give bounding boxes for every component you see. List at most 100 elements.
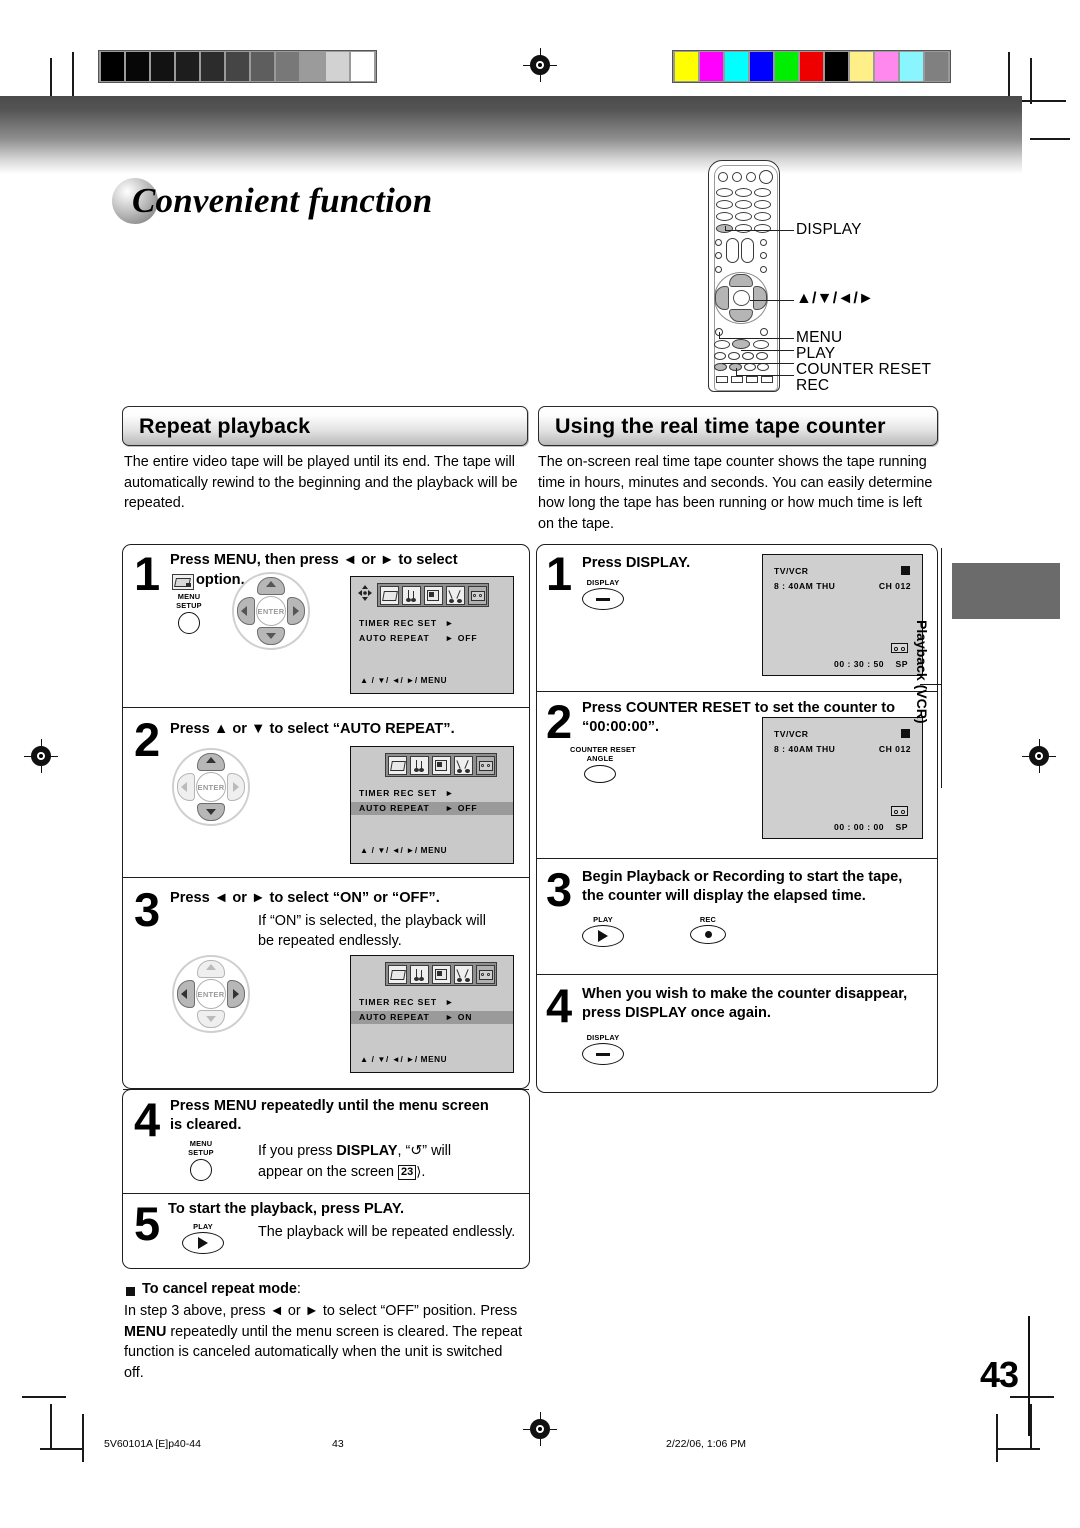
music-note-icon[interactable] (401, 585, 421, 605)
crop-mark-tr-h (1018, 100, 1066, 102)
osd-row: TIMER REC SET ► (351, 617, 513, 630)
osd-footer-hint: ▲ / ▼/ ◄/ ►/ MENU (360, 1055, 448, 1064)
callout-leader-line (726, 230, 794, 232)
tape-icon[interactable] (475, 755, 495, 775)
play-key-right-label: PLAY (593, 915, 613, 924)
tv-source-label: TV/VCR (774, 729, 809, 739)
remote-key (746, 172, 756, 182)
color-bar (672, 50, 951, 83)
osd-row-value: ► OFF (445, 803, 478, 813)
crop-mark-bl-h2 (40, 1448, 84, 1450)
step-4-text-line1: Press MENU repeatedly until the menu scr… (170, 1098, 489, 1114)
remote-key (735, 200, 752, 209)
remote-key (716, 212, 733, 221)
osd-icon-bar-1 (377, 583, 489, 607)
tv-source-label: TV/VCR (774, 566, 809, 576)
folder-icon[interactable] (387, 755, 407, 775)
menu-setup-key-2-button[interactable] (190, 1159, 212, 1181)
dpad-enter[interactable]: ENTER (256, 596, 286, 626)
page-reference-badge[interactable]: 23 (398, 1165, 417, 1180)
osd-screen-3: TIMER REC SET ► AUTO REPEAT ► ON ▲ / ▼/ … (350, 955, 514, 1073)
footer-file-name: 5V60101A [E]p40-44 (104, 1438, 201, 1450)
tape-icon[interactable] (467, 585, 487, 605)
dpad-enter[interactable]: ENTER (196, 772, 226, 802)
step-number-r4: 4 (546, 979, 572, 1032)
step-divider (123, 1193, 529, 1195)
tv-channel-label: CH 012 (878, 581, 911, 591)
step-3-text: Press ◄ or ► to select “ON” or “OFF”. (170, 890, 440, 906)
step-1-text-line1: Press MENU, then press ◄ or ► to select (170, 552, 458, 568)
dpad-up-arrow-icon (206, 964, 216, 970)
display-dash-icon (596, 1053, 610, 1056)
remote-key (754, 200, 771, 209)
footer-timestamp: 2/22/06, 1:06 PM (666, 1438, 746, 1450)
note-line-2: MENU repeatedly until the menu screen is… (124, 1322, 530, 1343)
remote-key (742, 352, 754, 360)
dpad-illustration-3: ENTER (172, 955, 250, 1033)
osd-row: AUTO REPEAT ► OFF (351, 632, 513, 645)
osd-row-highlighted: AUTO REPEAT ► OFF (351, 802, 513, 815)
color-swatch (276, 52, 299, 81)
page-title: Convenient function (112, 178, 432, 224)
callout-label-rec: REC (796, 377, 830, 394)
callout-leader-line (719, 332, 721, 339)
remote-key (753, 340, 769, 349)
remote-key (760, 266, 767, 273)
scissors-icon[interactable] (445, 585, 465, 605)
step-2-text: Press ▲ or ▼ to select “AUTO REPEAT”. (170, 721, 455, 737)
stop-indicator-icon (901, 566, 910, 575)
display-dash-icon (596, 598, 610, 601)
crop-mark-bl-h (22, 1396, 66, 1398)
remote-key (716, 188, 733, 197)
step-number-2: 2 (134, 713, 160, 766)
note-bullet-icon (126, 1287, 135, 1296)
note-line-2-bold: MENU (124, 1323, 167, 1340)
side-rule-tick (920, 684, 942, 686)
scissors-icon[interactable] (453, 755, 473, 775)
color-swatch (725, 52, 748, 81)
cassette-icon (891, 806, 908, 816)
remote-key (715, 252, 722, 259)
tape-counter-intro: The on-screen real time tape counter sho… (538, 454, 933, 532)
step-4-subtext-mid: , “↺” will (397, 1143, 452, 1159)
step-number-3: 3 (134, 883, 160, 936)
callout-leader-line (741, 350, 794, 352)
color-swatch (825, 52, 848, 81)
remote-key (760, 239, 767, 246)
remote-counter-reset-key (714, 363, 727, 371)
dpad-enter[interactable]: ENTER (196, 979, 226, 1009)
remote-key (761, 376, 773, 383)
scissors-icon[interactable] (453, 964, 473, 984)
step-3-subtext-line2: be repeated endlessly. (258, 933, 402, 949)
counter-reset-key-button[interactable] (584, 765, 616, 783)
menu-setup-key-1-button[interactable] (178, 612, 200, 634)
picture-icon[interactable] (431, 964, 451, 984)
remote-key (757, 363, 769, 371)
registration-target-bottom (523, 1412, 557, 1446)
tv-speed-label: SP (895, 659, 908, 669)
tv-counter-label: 00 : 30 : 50 (834, 659, 884, 669)
remote-key (744, 363, 756, 371)
note-line-4: off. (124, 1364, 144, 1381)
music-note-icon[interactable] (409, 755, 429, 775)
color-swatch (126, 52, 149, 81)
folder-icon[interactable] (387, 964, 407, 984)
remote-key (756, 352, 768, 360)
folder-icon[interactable] (379, 585, 399, 605)
osd-footer-hint: ▲ / ▼/ ◄/ ►/ MENU (360, 676, 448, 685)
cursor-arrows-icon (358, 585, 372, 601)
picture-icon[interactable] (431, 755, 451, 775)
registration-target-left (24, 739, 58, 773)
tape-icon[interactable] (475, 964, 495, 984)
music-note-icon[interactable] (409, 964, 429, 984)
step-5-text: To start the playback, press PLAY. (168, 1201, 405, 1217)
remote-key (726, 238, 739, 263)
menu-setup-key-2-top-label: MENU (189, 1139, 213, 1148)
remote-key (754, 188, 771, 197)
color-swatch (251, 52, 274, 81)
osd-row-value: ► OFF (445, 633, 478, 643)
remote-key (754, 224, 771, 233)
remote-key (735, 224, 752, 233)
remote-key (735, 188, 752, 197)
picture-icon[interactable] (423, 585, 443, 605)
